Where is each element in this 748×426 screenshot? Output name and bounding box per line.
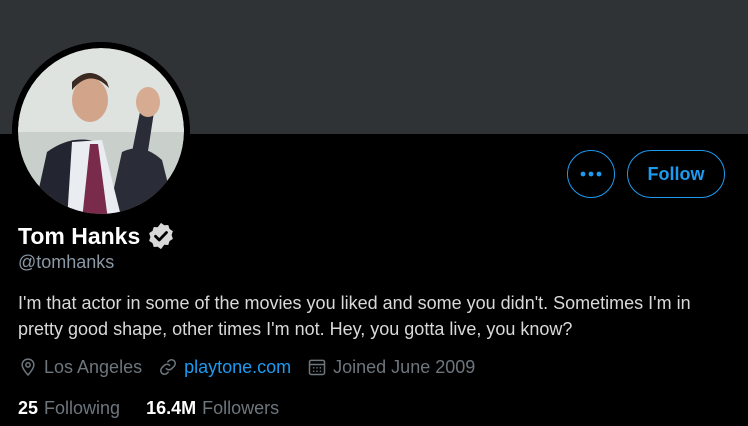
more-options-button[interactable] — [567, 150, 615, 198]
profile-stats: 25 Following 16.4M Followers — [18, 395, 305, 421]
following-stat[interactable]: 25 Following — [18, 398, 120, 419]
followers-label: Followers — [202, 397, 280, 418]
following-label: Following — [44, 397, 121, 418]
website-item[interactable]: playtone.com — [158, 357, 291, 378]
more-horizontal-icon — [580, 171, 602, 177]
location-item: Los Angeles — [18, 357, 142, 378]
profile-name: Tom Hanks — [18, 222, 141, 249]
location-text: Los Angeles — [44, 356, 143, 377]
avatar-photo — [12, 42, 190, 220]
following-count: 25 — [18, 397, 39, 418]
joined-item: Joined June 2009 — [307, 357, 475, 378]
verified-badge-icon — [149, 222, 174, 250]
profile-name-row: Tom Hanks — [18, 220, 176, 252]
follow-button[interactable]: Follow — [627, 150, 725, 198]
website-link[interactable]: playtone.com — [184, 357, 291, 378]
profile-meta: Los Angeles playtone.com Joined June 200… — [18, 354, 491, 380]
profile-bio: I'm that actor in some of the movies you… — [18, 293, 691, 339]
link-icon — [160, 358, 177, 376]
joined-text: Joined June 2009 — [333, 356, 476, 377]
profile-handle: @tomhanks — [18, 252, 115, 272]
followers-count: 16.4M — [146, 397, 197, 418]
location-pin-icon — [21, 358, 35, 376]
calendar-icon — [308, 359, 326, 376]
profile-avatar[interactable] — [12, 42, 190, 220]
followers-stat[interactable]: 16.4M Followers — [146, 398, 279, 419]
follow-button-label: Follow — [647, 163, 705, 184]
